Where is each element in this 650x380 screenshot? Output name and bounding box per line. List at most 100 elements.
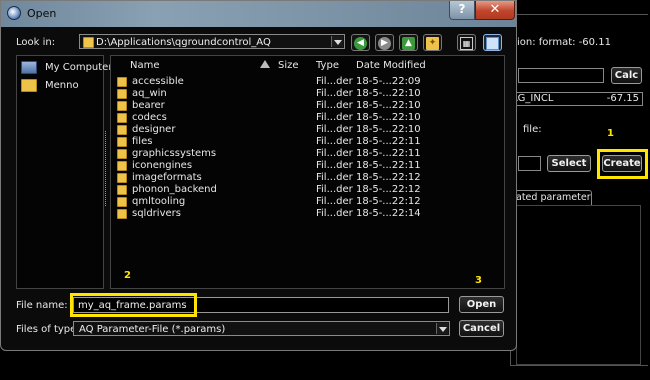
file-date: 18-5-...22:10 <box>356 88 421 99</box>
files-of-type-combo[interactable]: AQ Parameter-File (*.params) <box>73 321 450 336</box>
file-date: 18-5-...22:12 <box>356 196 421 207</box>
sidebar-item-label: My Computer <box>45 62 113 73</box>
column-header-name[interactable]: Name <box>130 60 160 71</box>
column-header-size[interactable]: Size <box>278 60 299 71</box>
step-2-marker: 2 <box>124 270 131 281</box>
file-date: 18-5-...22:14 <box>356 208 421 219</box>
param-value: -67.15 <box>606 93 639 104</box>
folder-icon <box>117 149 127 159</box>
look-in-combo[interactable]: D:\Applications\qgroundcontrol_AQ <box>79 34 345 49</box>
file-type: Fil...der <box>316 124 353 135</box>
list-view-icon: ▦ <box>460 37 473 50</box>
file-name: sqldrivers <box>132 208 181 219</box>
file-name: imageformats <box>132 172 202 183</box>
file-name: graphicssystems <box>132 148 217 159</box>
help-button[interactable]: ? <box>449 1 475 20</box>
step-1-marker: 1 <box>607 128 614 139</box>
folder-icon <box>117 161 127 171</box>
file-date: 18-5-...22:10 <box>356 124 421 135</box>
file-date: 18-5-...22:10 <box>356 100 421 111</box>
file-row[interactable]: accessible Fil...der 18-5-...22:09 <box>111 76 491 88</box>
files-of-type-label: Files of type: <box>16 324 80 335</box>
background-input[interactable] <box>518 68 604 83</box>
sidebar-item-my-computer[interactable]: My Computer <box>21 60 112 76</box>
folder-icon <box>117 173 127 183</box>
folder-icon <box>117 209 127 219</box>
back-button[interactable]: ◀ <box>351 34 370 51</box>
files-of-type-value: AQ Parameter-File (*.params) <box>79 324 226 335</box>
new-folder-button[interactable]: ✦ <box>423 34 442 51</box>
file-row[interactable]: phonon_backend Fil...der 18-5-...22:12 <box>111 184 491 196</box>
detail-view-icon <box>486 37 499 50</box>
computer-icon <box>21 61 37 74</box>
folder-icon <box>117 113 127 123</box>
open-button[interactable]: Open <box>459 296 504 313</box>
file-type: Fil...der <box>316 76 353 87</box>
file-row[interactable]: sqldrivers Fil...der 18-5-...22:14 <box>111 208 491 220</box>
dialog-title: Open <box>27 7 57 20</box>
up-button[interactable]: ▲ <box>399 34 418 51</box>
chevron-down-icon[interactable] <box>436 323 448 334</box>
file-date: 18-5-...22:12 <box>356 184 421 195</box>
select-button[interactable]: Select <box>547 155 591 172</box>
sidebar-item-menno[interactable]: Menno <box>21 78 101 94</box>
file-path-input[interactable] <box>518 156 541 171</box>
back-icon: ◀ <box>354 37 367 50</box>
cancel-button[interactable]: Cancel <box>459 320 504 337</box>
file-name: phonon_backend <box>132 184 217 195</box>
user-folder-icon <box>21 79 37 92</box>
detail-view-button[interactable] <box>483 34 502 51</box>
column-header-type[interactable]: Type <box>316 60 339 71</box>
folder-icon <box>117 77 127 87</box>
file-row[interactable]: iconengines Fil...der 18-5-...22:11 <box>111 160 491 172</box>
file-row[interactable]: codecs Fil...der 18-5-...22:10 <box>111 112 491 124</box>
folder-icon <box>117 185 127 195</box>
calc-button[interactable]: Calc <box>611 67 642 84</box>
tab-calculated-parameter[interactable]: ated parameter <box>512 190 592 205</box>
file-name: iconengines <box>132 160 193 171</box>
file-name: files <box>132 136 153 147</box>
file-date: 18-5-...22:09 <box>356 76 421 87</box>
file-type: Fil...der <box>316 196 353 207</box>
open-dialog: Open ? ✕ Look in: D:\Applications\qgroun… <box>0 0 517 351</box>
title-bar[interactable]: Open ? ✕ <box>1 1 516 27</box>
tree-guide <box>105 131 106 206</box>
file-name: accessible <box>132 76 184 87</box>
list-view-button[interactable]: ▦ <box>457 34 476 51</box>
folder-icon <box>83 37 94 48</box>
chevron-down-icon[interactable] <box>331 36 343 47</box>
file-name: bearer <box>132 100 165 111</box>
folder-icon <box>117 137 127 147</box>
file-row[interactable]: designer Fil...der 18-5-...22:10 <box>111 124 491 136</box>
create-highlight <box>597 149 648 179</box>
file-row[interactable]: graphicssystems Fil...der 18-5-...22:11 <box>111 148 491 160</box>
file-date: 18-5-...22:11 <box>356 136 421 147</box>
folder-icon <box>117 89 127 99</box>
file-name-highlight <box>70 293 197 317</box>
format-readout: ion: format: -60.11 <box>517 37 611 48</box>
app-icon <box>7 6 21 20</box>
column-header-date[interactable]: Date Modified <box>356 60 426 71</box>
sidebar: My Computer Menno <box>16 55 112 289</box>
file-row[interactable]: imageformats Fil...der 18-5-...22:12 <box>111 172 491 184</box>
file-type: Fil...der <box>316 160 353 171</box>
file-type: Fil...der <box>316 148 353 159</box>
up-icon: ▲ <box>402 37 415 50</box>
file-type: Fil...der <box>316 136 353 147</box>
forward-button[interactable]: ▶ <box>375 34 394 51</box>
file-row[interactable]: files Fil...der 18-5-...22:11 <box>111 136 491 148</box>
file-date: 18-5-...22:12 <box>356 172 421 183</box>
file-name-label: File name: <box>16 300 68 311</box>
file-list[interactable]: Name Size Type Date Modified accessible F… <box>110 55 505 289</box>
file-name: aq_win <box>132 88 167 99</box>
param-row[interactable]: AG_INCL -67.15 <box>508 92 643 106</box>
file-row[interactable]: qmltooling Fil...der 18-5-...22:12 <box>111 196 491 208</box>
file-date: 18-5-...22:11 <box>356 148 421 159</box>
file-date: 18-5-...22:11 <box>356 160 421 171</box>
sort-ascending-icon <box>260 60 270 68</box>
close-button[interactable]: ✕ <box>475 1 515 20</box>
file-row[interactable]: bearer Fil...der 18-5-...22:10 <box>111 100 491 112</box>
file-type: Fil...der <box>316 208 353 219</box>
folder-icon <box>117 101 127 111</box>
file-row[interactable]: aq_win Fil...der 18-5-...22:10 <box>111 88 491 100</box>
